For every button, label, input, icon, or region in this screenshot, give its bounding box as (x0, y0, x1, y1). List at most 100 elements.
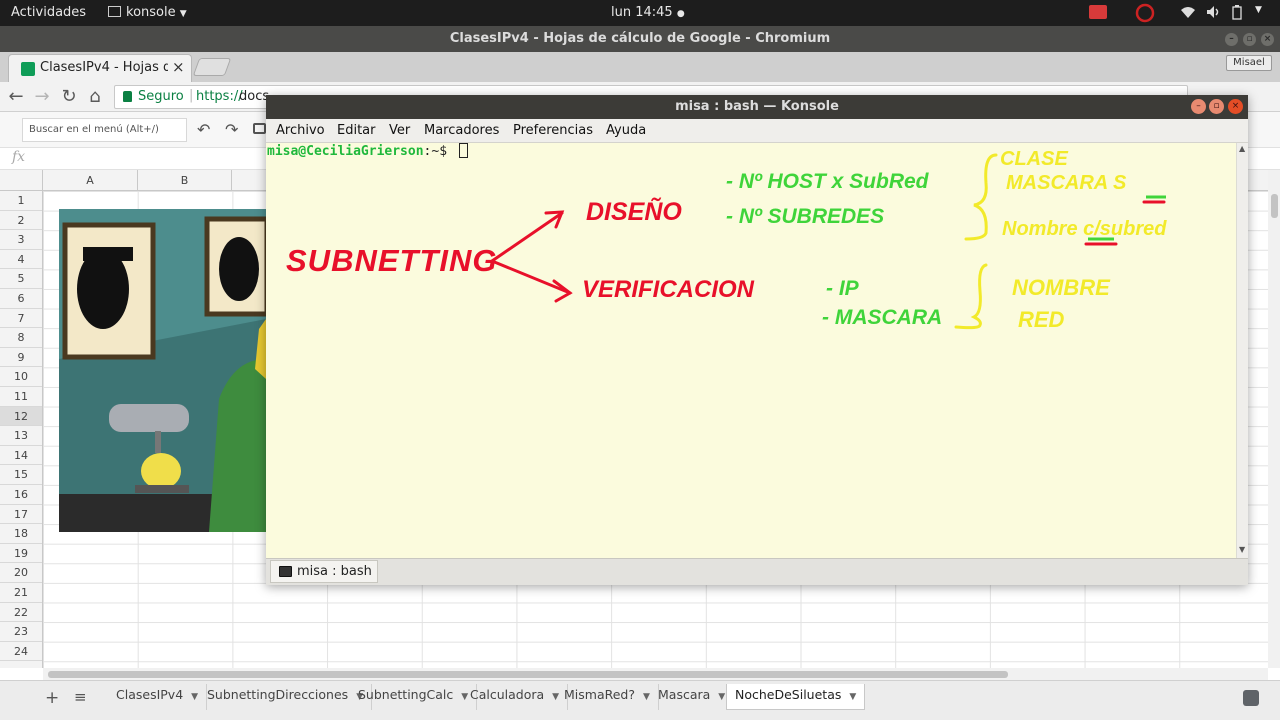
battery-icon[interactable] (1232, 5, 1242, 24)
sheet-vertical-scroll-thumb[interactable] (1271, 194, 1278, 218)
sheet-tab-caret-icon[interactable]: ▼ (849, 692, 856, 702)
column-header-b[interactable]: B (138, 170, 232, 191)
sheet-tab-mismared[interactable]: MismaRed? ▼ (556, 684, 659, 710)
activities-button[interactable]: Actividades (11, 5, 86, 20)
row-header[interactable]: 22 (0, 603, 42, 623)
sheet-tab-clasesipv4[interactable]: ClasesIPv4 ▼ (108, 684, 208, 710)
sheet-tab-mascara[interactable]: Mascara ▼ (650, 684, 735, 710)
menu-archivo[interactable]: Archivo (276, 123, 325, 138)
row-header[interactable]: 1 (0, 191, 42, 211)
sheet-horizontal-scroll-thumb[interactable] (48, 671, 1008, 678)
lock-icon (123, 91, 132, 102)
terminal-app-icon (108, 6, 121, 17)
browser-tab-active[interactable]: ClasesIPv4 - Hojas d × (8, 54, 192, 82)
mpx-tray-icon[interactable] (1134, 2, 1156, 28)
column-header-a[interactable]: A (43, 170, 138, 191)
row-header[interactable]: 14 (0, 446, 42, 466)
browser-window-title: ClasesIPv4 - Hojas de cálculo de Google … (449, 31, 831, 46)
scroll-up-icon[interactable]: ▲ (1239, 144, 1245, 153)
cartoon-image[interactable] (59, 209, 266, 532)
wifi-icon[interactable] (1180, 5, 1196, 23)
row-header[interactable]: 18 (0, 524, 42, 544)
prompt-path: :~$ (423, 144, 448, 159)
terminal-scrollbar[interactable]: ▲ ▼ (1236, 143, 1248, 558)
row-header[interactable]: 21 (0, 583, 42, 603)
row-header[interactable]: 6 (0, 289, 42, 309)
clock[interactable]: lun 14:45 ● (611, 5, 685, 20)
notification-dot-icon: ● (676, 9, 685, 19)
row-header[interactable]: 11 (0, 387, 42, 407)
sheets-favicon-icon (21, 62, 35, 76)
close-tab-icon[interactable]: × (172, 58, 185, 76)
new-tab-button[interactable] (192, 58, 232, 76)
sheet-tab-label: Mascara (658, 687, 711, 702)
scroll-down-icon[interactable]: ▼ (1239, 545, 1245, 554)
app-menu-button[interactable]: konsole ▼ (108, 5, 187, 20)
row-header[interactable]: 16 (0, 485, 42, 505)
url-scheme: https:// (196, 89, 243, 104)
row-headers: 1 2 3 4 5 6 7 8 9 10 11 12 13 14 15 16 17 18 19 20 21 22 23 24 (0, 191, 43, 668)
all-sheets-list-icon[interactable]: ≡ (74, 688, 87, 706)
konsole-session-tab[interactable]: misa : bash (270, 560, 378, 583)
row-header[interactable]: 5 (0, 269, 42, 289)
reload-icon[interactable]: ↻ (58, 86, 80, 108)
row-header[interactable]: 2 (0, 211, 42, 231)
menu-ayuda[interactable]: Ayuda (606, 123, 646, 138)
system-menu-caret-icon[interactable]: ▼ (1255, 5, 1262, 15)
sheet-tab-calculadora[interactable]: Calculadora ▼ (462, 684, 569, 710)
print-icon[interactable] (253, 123, 266, 134)
home-icon[interactable]: ⌂ (84, 86, 106, 108)
row-header[interactable]: 4 (0, 250, 42, 270)
minimize-icon[interactable]: – (1225, 33, 1238, 46)
forward-arrow-icon[interactable]: → (31, 86, 53, 108)
terminal-cursor (458, 143, 468, 158)
row-header[interactable]: 10 (0, 367, 42, 387)
sheet-tab-subnettingdirecciones[interactable]: SubnettingDirecciones ▼ (199, 684, 373, 710)
menu-editar[interactable]: Editar (337, 123, 376, 138)
row-header[interactable]: 3 (0, 230, 42, 250)
explore-icon[interactable] (1243, 690, 1259, 706)
row-header[interactable]: 23 (0, 622, 42, 642)
konsole-window-title: misa : bash — Konsole (675, 99, 839, 114)
row-header[interactable]: 9 (0, 348, 42, 368)
menu-ver[interactable]: Ver (389, 123, 410, 138)
konsole-close-icon[interactable]: × (1228, 99, 1243, 114)
konsole-minimize-icon[interactable]: – (1191, 99, 1206, 114)
system-top-bar: Actividades konsole ▼ lun 14:45 ● ▼ (0, 0, 1280, 26)
back-arrow-icon[interactable]: ← (5, 86, 27, 108)
close-window-icon[interactable]: × (1261, 33, 1274, 46)
menu-preferencias[interactable]: Preferencias (513, 123, 593, 138)
konsole-title-bar[interactable]: misa : bash — Konsole (266, 95, 1248, 119)
row-header[interactable]: 8 (0, 328, 42, 348)
sheet-tab-nochedesiluetas[interactable]: NocheDeSiluetas ▼ (726, 684, 866, 710)
terminal-area[interactable]: misa@CeciliaGrierson:~$ (266, 143, 1236, 558)
maximize-icon[interactable]: ▫ (1243, 33, 1256, 46)
select-all-corner[interactable] (0, 170, 43, 191)
sheet-vertical-scrollbar[interactable] (1268, 170, 1280, 668)
row-header[interactable]: 13 (0, 426, 42, 446)
browser-tab-title: ClasesIPv4 - Hojas d (40, 60, 168, 75)
volume-icon[interactable] (1206, 5, 1222, 23)
undo-icon[interactable]: ↶ (197, 120, 210, 139)
row-header[interactable]: 15 (0, 465, 42, 485)
konsole-tab-label: misa : bash (297, 564, 372, 579)
browser-tab-strip (0, 52, 1280, 82)
sheet-tab-caret-icon[interactable]: ▼ (718, 692, 725, 702)
row-header[interactable]: 19 (0, 544, 42, 564)
konsole-maximize-icon[interactable]: ▫ (1209, 99, 1224, 114)
row-header[interactable]: 12 (0, 406, 42, 427)
row-header[interactable]: 7 (0, 309, 42, 329)
menu-marcadores[interactable]: Marcadores (424, 123, 499, 138)
sheet-tab-label: SubnettingCalc (358, 687, 454, 702)
row-header[interactable]: 20 (0, 563, 42, 583)
sheet-tab-subnettingcalc[interactable]: SubnettingCalc ▼ (350, 684, 478, 710)
row-header[interactable]: 24 (0, 642, 42, 662)
row-header[interactable]: 17 (0, 505, 42, 525)
redo-icon[interactable]: ↷ (225, 120, 238, 139)
sheet-tab-caret-icon[interactable]: ▼ (643, 692, 650, 702)
profile-button[interactable]: Misael (1226, 55, 1272, 71)
add-sheet-icon[interactable]: + (45, 688, 59, 708)
menu-search-input[interactable]: Buscar en el menú (Alt+/) (22, 118, 187, 142)
sheet-tab-caret-icon[interactable]: ▼ (191, 692, 198, 702)
record-indicator-icon[interactable] (1089, 5, 1107, 23)
